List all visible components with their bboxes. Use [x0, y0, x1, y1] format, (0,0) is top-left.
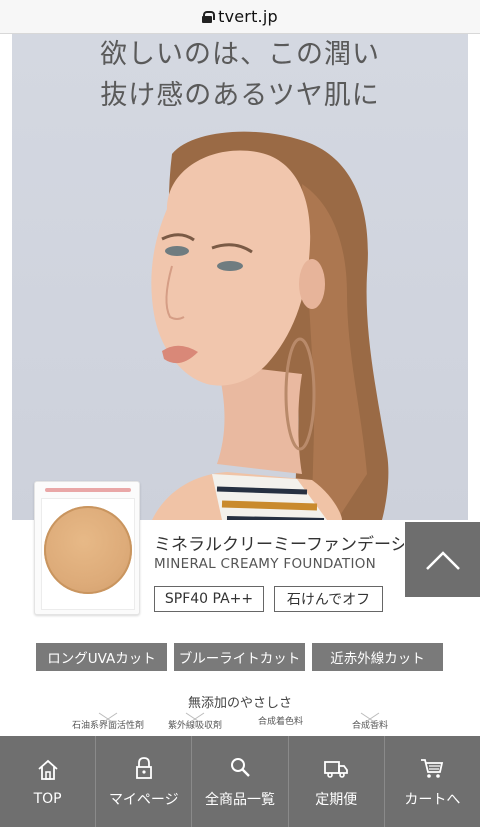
feature-blue-light: ブルーライトカット	[174, 643, 305, 671]
additive-item: 紫外線吸収剤	[168, 712, 222, 731]
nav-cart[interactable]: カートへ	[385, 736, 480, 827]
nav-mypage-label: マイページ	[108, 791, 179, 808]
additive-item: 石油系界面活性剤	[72, 712, 144, 731]
compact-powder	[44, 506, 132, 594]
additive-list: 石油系界面活性剤 紫外線吸収剤 合成着色料 合成香料	[0, 712, 480, 738]
spf-tag: SPF40 PA++	[154, 586, 264, 612]
compact-stripe	[45, 488, 131, 492]
chevron-up-icon	[425, 550, 460, 570]
additive-item: 合成香料	[352, 712, 388, 731]
lock-icon	[202, 10, 216, 23]
additive-item: 合成着色料	[258, 714, 303, 727]
feature-near-infrared: 近赤外線カット	[312, 643, 443, 671]
hero-title-line1: 欲しいのは、この潤い	[100, 39, 380, 70]
product-name-en: MINERAL CREAMY FOUNDATION	[154, 556, 377, 572]
truck-icon	[324, 760, 349, 778]
lock-icon	[135, 756, 152, 779]
cross-icon	[360, 712, 380, 726]
soap-off-tag: 石けんでオフ	[274, 586, 383, 612]
url-text[interactable]: tvert.jp	[218, 7, 278, 26]
scroll-top-button[interactable]	[405, 522, 480, 597]
nav-top-label: TOP	[33, 790, 62, 807]
product-name-jp: ミネラルクリーミーファンデーシ	[154, 535, 404, 555]
nav-top[interactable]: TOP	[0, 736, 97, 827]
feature-long-uva: ロングUVAカット	[36, 643, 167, 671]
nav-subscription[interactable]: 定期便	[289, 736, 385, 827]
cross-icon	[98, 712, 118, 726]
search-icon	[231, 757, 250, 777]
additive-free-heading: 無添加のやさしさ	[187, 696, 292, 711]
nav-all-products-label: 全商品一覧	[205, 791, 275, 808]
home-icon	[37, 759, 58, 780]
cross-icon	[185, 712, 205, 726]
nav-cart-label: カートへ	[404, 791, 461, 808]
additive-label: 合成着色料	[258, 717, 304, 727]
hero-title: 欲しいのは、この潤い 抜け感のあるツヤ肌に	[12, 34, 468, 116]
nav-all-products[interactable]: 全商品一覧	[192, 736, 289, 827]
cart-icon	[421, 758, 444, 778]
hero-banner: 欲しいのは、この潤い 抜け感のあるツヤ肌に	[12, 34, 468, 520]
nav-subscription-label: 定期便	[315, 791, 358, 808]
product-image[interactable]	[34, 481, 140, 615]
browser-url-bar[interactable]: tvert.jp	[0, 0, 480, 34]
hero-title-line2: 抜け感のあるツヤ肌に	[100, 80, 380, 111]
nav-mypage[interactable]: マイページ	[96, 736, 193, 827]
bottom-nav: TOP マイページ 全商品一覧 定期便 カートへ	[0, 736, 480, 827]
